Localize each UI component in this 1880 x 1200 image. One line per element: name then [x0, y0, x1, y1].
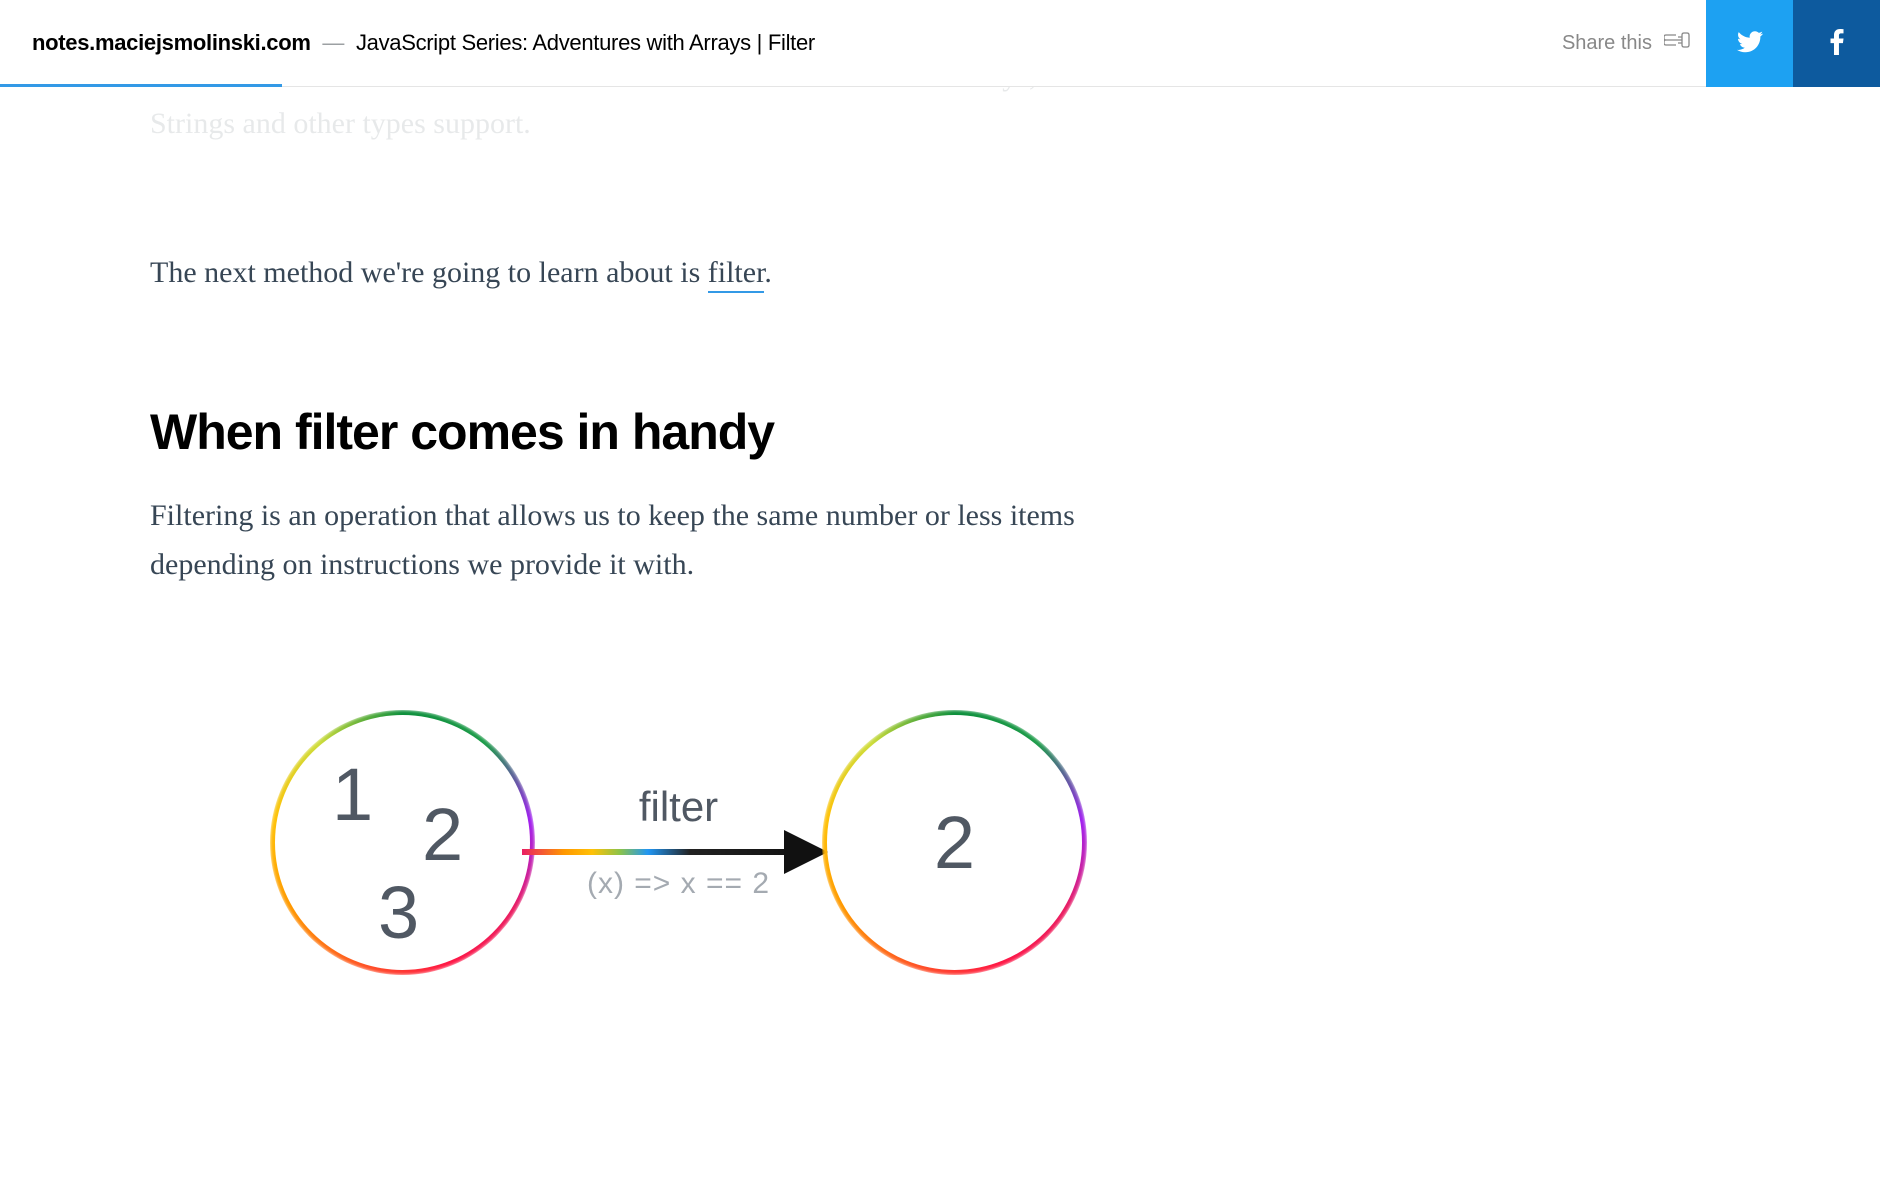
input-values: 1 2 3	[270, 710, 535, 975]
intro-suffix: .	[764, 256, 772, 289]
article-content: documentation contains a lot of useful i…	[0, 0, 1357, 975]
page-header: notes.maciejsmolinski.com — JavaScript S…	[0, 0, 1880, 87]
section-paragraph: Filtering is an operation that allows us…	[150, 491, 1207, 590]
diagram-input-circle: 1 2 3	[270, 710, 535, 975]
facebook-icon	[1830, 29, 1844, 58]
arrow-sublabel: (x) => x == 2	[587, 867, 770, 901]
site-name[interactable]: notes.maciejsmolinski.com	[32, 30, 311, 55]
filter-link[interactable]: filter	[708, 256, 765, 293]
intro-prefix: The next method we're going to learn abo…	[150, 256, 708, 289]
share-twitter-button[interactable]	[1706, 0, 1793, 87]
arrow-label: filter	[639, 783, 718, 831]
input-value-2: 2	[422, 792, 463, 877]
share-label: Share this	[1562, 29, 1690, 57]
share-facebook-button[interactable]	[1793, 0, 1880, 87]
share-section: Share this	[1562, 0, 1880, 86]
output-value: 2	[934, 800, 975, 885]
header-title: notes.maciejsmolinski.com — JavaScript S…	[0, 30, 1562, 56]
filter-diagram: 1 2 3 filter (x) => x == 2 2	[150, 710, 1207, 975]
share-label-text: Share this	[1562, 32, 1652, 55]
diagram-arrow-section: filter (x) => x == 2	[535, 783, 822, 901]
twitter-icon	[1737, 31, 1763, 56]
faded-line-2: Strings and other types support.	[150, 107, 531, 140]
intro-paragraph: The next method we're going to learn abo…	[150, 248, 1207, 298]
diagram-output-circle: 2	[822, 710, 1087, 975]
input-value-3: 3	[378, 870, 419, 955]
input-value-1: 1	[332, 752, 373, 837]
section-heading: When filter comes in handy	[150, 403, 1207, 461]
arrow-icon	[534, 839, 824, 863]
title-separator: —	[322, 30, 344, 55]
pointing-hand-icon	[1664, 29, 1690, 57]
reading-progress-bar	[0, 84, 282, 87]
page-subtitle: JavaScript Series: Adventures with Array…	[356, 30, 815, 55]
